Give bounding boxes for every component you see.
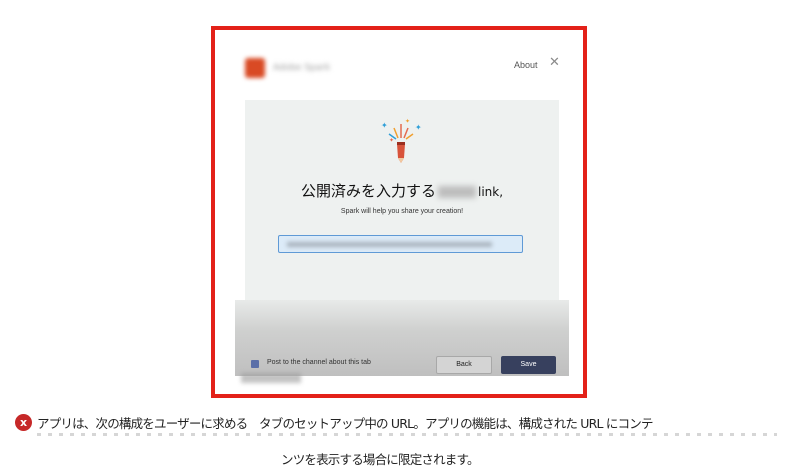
error-icon: x [15,414,32,431]
caption-ghost-text [37,433,777,436]
checkbox-label: Post to the channel about this tab [267,359,371,366]
dialog-header: Adobe Spark About ✕ [215,30,583,100]
close-icon[interactable]: ✕ [549,55,560,70]
headline: 公開済みを入力する link, [245,180,559,201]
app-name-redacted: Adobe Spark [273,63,331,73]
caption-line-2: ンツを表示する場合に限定されます。 [281,452,479,467]
dialog-content: ✦ ✦ ✦ ✦ 公開済みを入力する link, Spark will help y… [235,100,569,376]
url-input-value-redacted [287,242,492,247]
post-to-channel-checkbox[interactable] [251,360,259,368]
svg-text:✦: ✦ [381,121,388,130]
svg-text:✦: ✦ [405,118,410,125]
confetti-pencil-icon: ✦ ✦ ✦ ✦ [381,118,422,163]
back-button[interactable]: Back [436,356,492,374]
subtext: Spark will help you share your creation! [340,208,464,215]
spark-logo-icon [245,58,265,78]
url-input[interactable] [278,235,523,253]
svg-text:✦: ✦ [389,137,394,144]
dialog-footer: Post to the channel about this tab Back … [215,356,583,380]
svg-text:✦: ✦ [415,123,422,132]
headline-prefix: 公開済みを入力する [300,182,436,200]
screenshot-frame: Adobe Spark About ✕ ✦ ✦ ✦ ✦ 公開済みを入力する lin… [211,26,587,398]
about-link[interactable]: About [514,60,538,70]
save-button[interactable]: Save [501,356,556,374]
caption-line-1: アプリは、次の構成をユーザーに求める タブのセットアップ中の URL。アプリの機… [37,416,653,431]
headline-suffix: link, [477,185,504,199]
redacted-word [437,185,476,198]
